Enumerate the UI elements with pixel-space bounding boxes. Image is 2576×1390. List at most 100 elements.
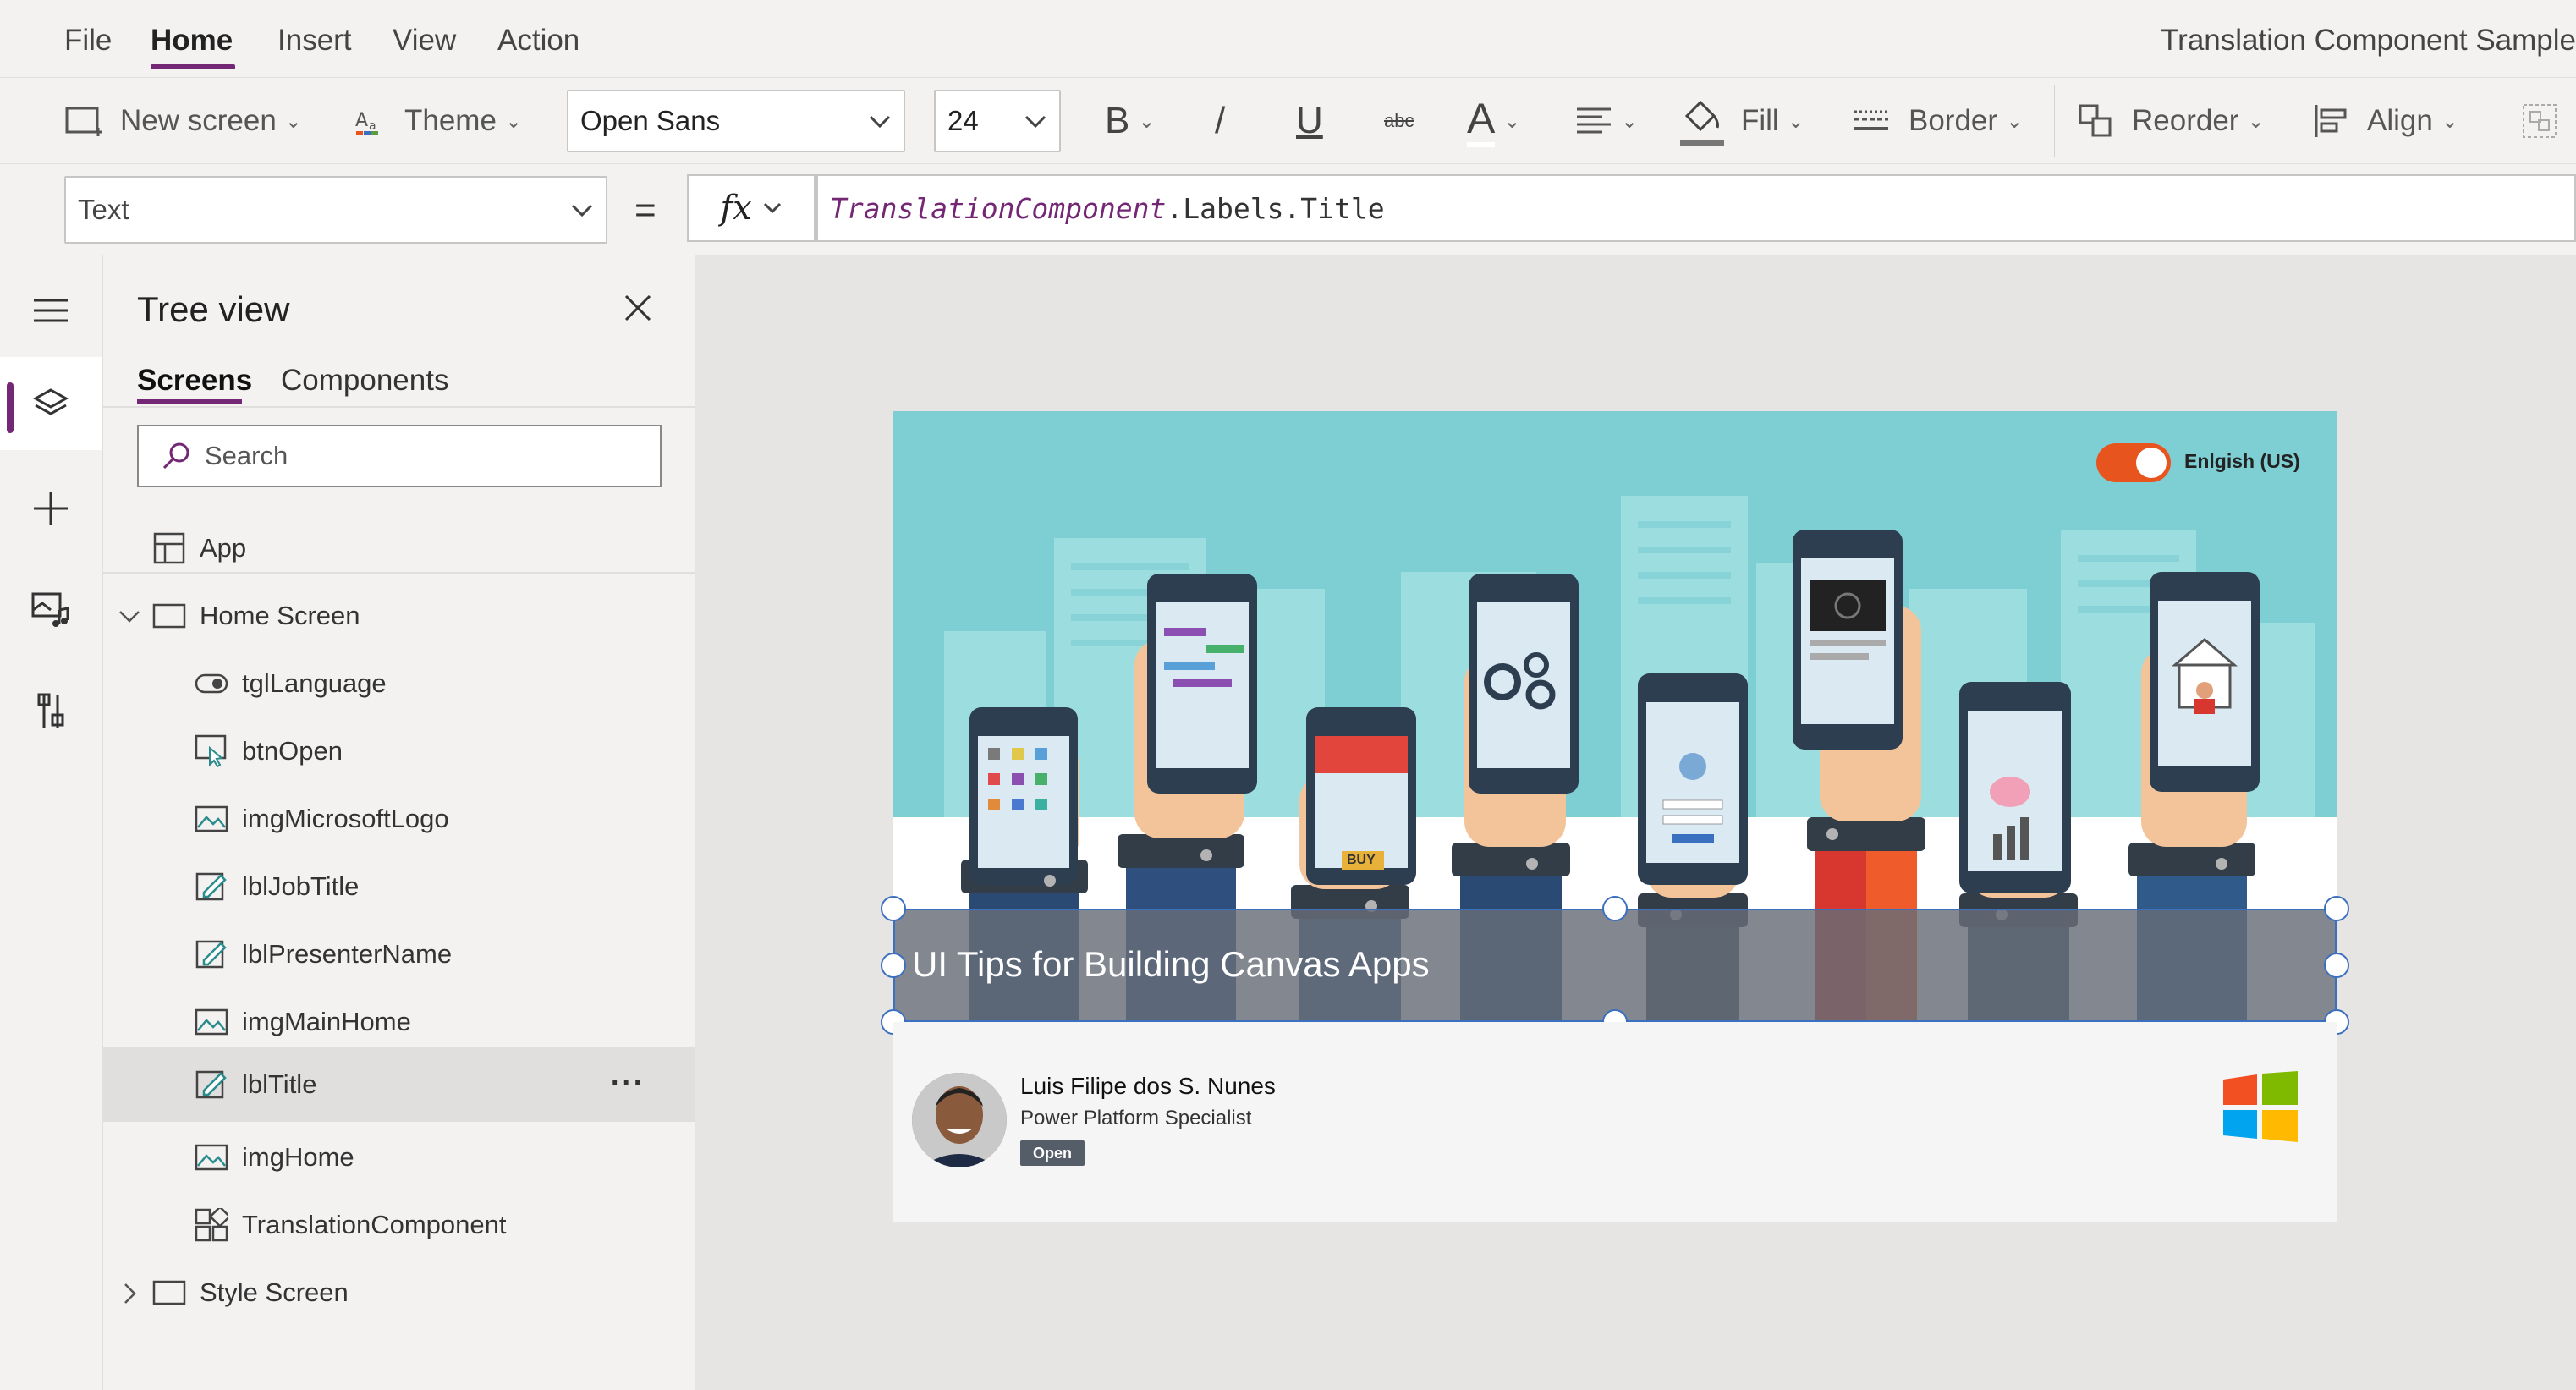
fx-button[interactable]: fx (687, 174, 816, 242)
chevron-down-icon: ⌄ (284, 109, 302, 133)
selection-handle[interactable] (881, 953, 906, 978)
tgl-language[interactable] (2096, 443, 2171, 482)
selection-handle[interactable] (2324, 896, 2349, 921)
chevron-right-icon[interactable] (117, 1281, 142, 1306)
lbl-presenter-name[interactable]: Luis Filipe dos S. Nunes (1020, 1073, 1276, 1100)
active-tab-indicator (137, 399, 242, 404)
tree-node-tgllanguage[interactable]: tglLanguage (103, 650, 695, 717)
tree-node-style-screen[interactable]: Style Screen (103, 1259, 695, 1327)
selection-handle[interactable] (1602, 896, 1628, 921)
tree-node-label: App (200, 533, 247, 563)
group-button[interactable] (2521, 78, 2558, 164)
tree-node-home-screen[interactable]: Home Screen (103, 582, 695, 650)
chevron-down-icon (869, 115, 891, 129)
italic-button[interactable]: / (1215, 78, 1225, 164)
label-icon (193, 936, 230, 973)
search-input[interactable]: Search (137, 425, 662, 487)
align-icon (2315, 105, 2347, 137)
image-icon (193, 800, 230, 838)
more-options-button[interactable]: ... (611, 1059, 645, 1092)
selection-handle[interactable] (2324, 953, 2349, 978)
screen-icon (151, 597, 188, 635)
menu-view[interactable]: View (393, 24, 456, 58)
font-color-button[interactable]: A ⌄ (1467, 78, 1520, 164)
app-title: Translation Component Sample (2161, 24, 2576, 57)
underline-button[interactable]: U (1296, 78, 1323, 164)
menu-file[interactable]: File (64, 24, 112, 58)
home-screen-canvas[interactable]: BUY Enlgish (US) UI Tips for Building Ca… (881, 411, 2349, 1222)
btn-open[interactable]: Open (1020, 1140, 1085, 1166)
svg-text:a: a (369, 119, 376, 133)
chevron-down-icon (1024, 115, 1046, 129)
tree-node-lblpresentername[interactable]: lblPresenterName (103, 920, 695, 988)
img-main-home[interactable]: BUY Enlgish (US) UI Tips for Building Ca… (893, 411, 2337, 1022)
lbl-job-title[interactable]: Power Platform Specialist (1020, 1107, 1251, 1130)
tree-node-label: Home Screen (200, 601, 360, 630)
close-icon[interactable] (621, 291, 655, 325)
text-align-button[interactable]: ⌄ (1575, 78, 1638, 164)
strikethrough-button[interactable]: abc (1384, 78, 1414, 164)
insert-button[interactable] (0, 462, 102, 555)
chevron-down-icon: ⌄ (504, 109, 523, 133)
font-size-dropdown[interactable]: 24 (934, 90, 1061, 152)
tree-node-label: Style Screen (200, 1277, 349, 1307)
formula-input[interactable]: TranslationComponent .Labels.Title (816, 174, 2576, 242)
reorder-button[interactable]: Reorder ⌄ (2078, 78, 2265, 164)
property-dropdown[interactable]: Text (64, 176, 607, 244)
italic-icon: / (1215, 100, 1226, 141)
menu-action[interactable]: Action (497, 24, 579, 58)
formula-property: .Labels.Title (1166, 191, 1385, 225)
toggle-thumb (2136, 448, 2167, 478)
new-screen-button[interactable]: New screen ⌄ (64, 78, 302, 164)
tree-node-label: imgHome (242, 1142, 354, 1172)
component-icon (193, 1206, 230, 1244)
chevron-down-icon: ⌄ (1621, 109, 1639, 133)
media-button[interactable] (0, 563, 102, 657)
label-icon (193, 1066, 230, 1103)
tree-node-imgmainhome[interactable]: imgMainHome (103, 988, 695, 1056)
chevron-down-icon: ⌄ (1503, 109, 1521, 133)
media-icon (31, 592, 69, 627)
tree-node-imghome[interactable]: imgHome (103, 1124, 695, 1191)
menu-insert[interactable]: Insert (277, 24, 352, 58)
border-button[interactable]: Border ⌄ (1853, 78, 2023, 164)
tree-node-label: lblTitle (242, 1069, 317, 1099)
presenter-avatar[interactable] (912, 1073, 1007, 1167)
screen-icon (151, 1274, 188, 1311)
hamburger-menu-button[interactable] (0, 264, 102, 357)
tree-node-lbltitle[interactable]: lblTitle ... (103, 1047, 695, 1122)
menu-home[interactable]: Home (151, 24, 233, 58)
lbl-title[interactable]: UI Tips for Building Canvas Apps (893, 909, 2337, 1022)
tree-view-button[interactable] (0, 357, 102, 450)
fill-button[interactable]: Fill ⌄ (1678, 78, 1804, 164)
tree-node-translationcomponent[interactable]: TranslationComponent (103, 1191, 695, 1259)
theme-button[interactable]: Aa Theme ⌄ (354, 78, 522, 164)
chevron-down-icon: ⌄ (2247, 109, 2265, 133)
formula-object: TranslationComponent (830, 191, 1167, 225)
tab-components[interactable]: Components (281, 364, 448, 398)
label-icon (193, 868, 230, 905)
chevron-down-icon[interactable] (117, 604, 142, 629)
font-size-value: 24 (947, 105, 979, 136)
fill-bucket-icon (1680, 100, 1724, 146)
toggle-language-label: Enlgish (US) (2184, 450, 2300, 472)
chevron-down-icon (763, 202, 781, 214)
active-rail-indicator (7, 382, 14, 433)
tree-node-label: lblPresenterName (242, 939, 453, 969)
tree-node-imgmicrosoftlogo[interactable]: imgMicrosoftLogo (103, 785, 695, 853)
font-family-dropdown[interactable]: Open Sans (567, 90, 905, 152)
font-family-value: Open Sans (580, 105, 721, 136)
search-placeholder: Search (205, 441, 288, 470)
advanced-tools-button[interactable] (0, 665, 102, 758)
underline-icon: U (1296, 100, 1323, 141)
bold-button[interactable]: B ⌄ (1105, 78, 1155, 164)
microsoft-logo-icon[interactable] (2222, 1071, 2299, 1142)
search-icon (162, 442, 189, 470)
tab-screens[interactable]: Screens (137, 364, 252, 398)
selection-handle[interactable] (881, 896, 906, 921)
tree-node-lbljobtitle[interactable]: lblJobTitle (103, 853, 695, 920)
bold-icon: B (1105, 100, 1130, 141)
avatar-photo-icon (912, 1073, 1007, 1167)
tree-node-btnopen[interactable]: btnOpen (103, 717, 695, 785)
align-button[interactable]: Align ⌄ (2313, 78, 2458, 164)
